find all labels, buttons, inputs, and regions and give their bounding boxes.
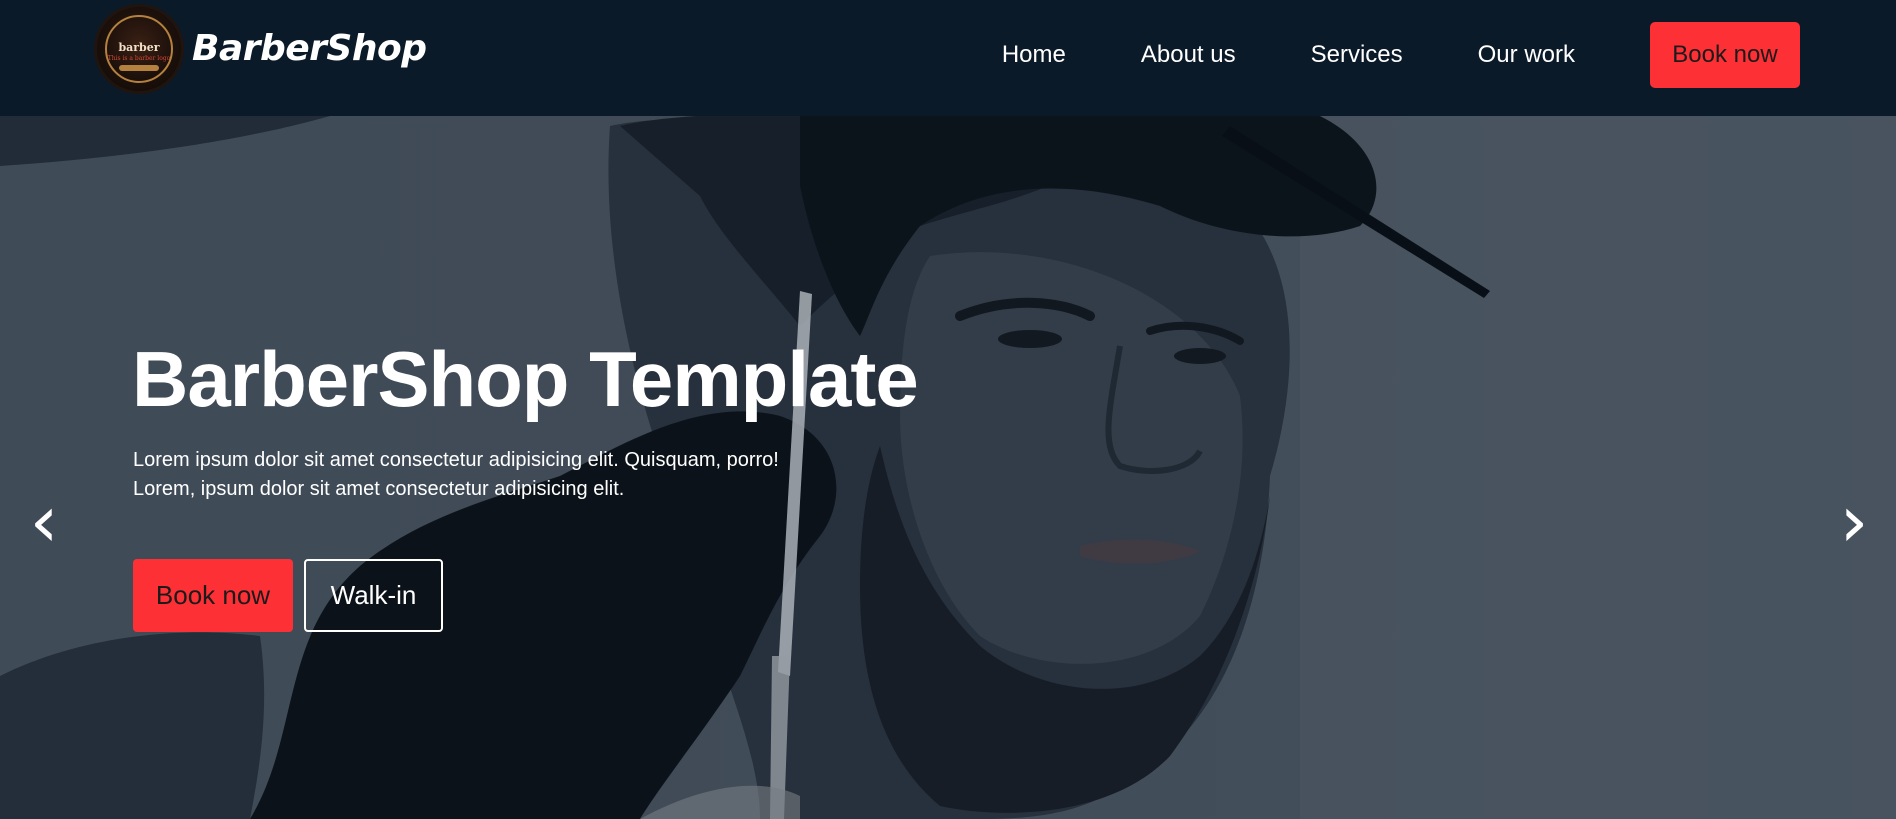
chevron-left-icon[interactable]: ‹ (14, 481, 74, 561)
logo-text: barber (118, 41, 160, 54)
navbar: barber This is a barber logo BarberShop … (0, 0, 1896, 116)
nav-link-services[interactable]: Services (1311, 41, 1403, 69)
barber-logo: barber This is a barber logo (94, 4, 184, 94)
nav-book-now-button[interactable]: Book now (1650, 22, 1800, 88)
nav-link-about-us[interactable]: About us (1141, 41, 1236, 69)
brand-name: BarberShop (192, 28, 427, 69)
hero-carousel-slide: BarberShop Template Lorem ipsum dolor si… (0, 116, 1896, 819)
main-nav: Home About us Services Our work Book now (927, 22, 1800, 88)
hero-subtitle: Lorem ipsum dolor sit amet consectetur a… (133, 446, 893, 504)
nav-link-our-work[interactable]: Our work (1478, 41, 1575, 69)
hero-title: BarberShop Template (132, 335, 919, 423)
nav-link-home[interactable]: Home (1002, 41, 1066, 69)
chevron-right-icon[interactable]: › (1824, 481, 1884, 561)
brand-home-link[interactable]: barber This is a barber logo BarberShop (94, 4, 427, 94)
hero-book-now-button[interactable]: Book now (133, 559, 293, 632)
hero-walk-in-button[interactable]: Walk-in (304, 559, 443, 632)
logo-razor-bar (119, 65, 159, 71)
hero-subtitle-line-2: Lorem, ipsum dolor sit amet consectetur … (133, 478, 625, 500)
logo-tagline: This is a barber logo (107, 55, 171, 62)
hero-subtitle-line-1: Lorem ipsum dolor sit amet consectetur a… (133, 449, 779, 471)
